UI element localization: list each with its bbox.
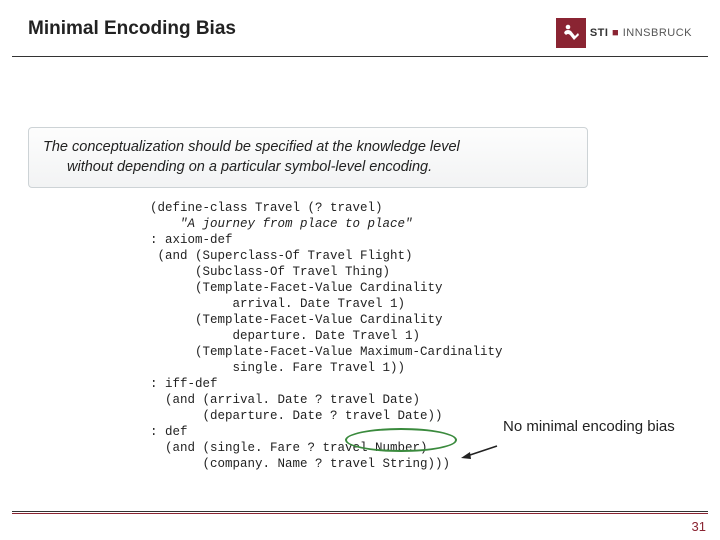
logo: STI ■ INNSBRUCK xyxy=(556,18,692,48)
quote-box: The conceptualization should be specifie… xyxy=(28,127,588,188)
code-block: (define-class Travel (? travel) "A journ… xyxy=(150,200,720,472)
quote-line: without depending on a particular symbol… xyxy=(43,158,573,178)
footer-divider xyxy=(12,511,708,512)
page-number: 31 xyxy=(692,519,706,534)
logo-text: STI ■ INNSBRUCK xyxy=(590,27,692,39)
footer-divider-accent xyxy=(12,513,708,514)
page-title: Minimal Encoding Bias xyxy=(28,18,236,40)
quote-line: The conceptualization should be specifie… xyxy=(43,138,573,158)
header-divider xyxy=(12,56,708,57)
logo-mark-icon xyxy=(556,18,586,48)
